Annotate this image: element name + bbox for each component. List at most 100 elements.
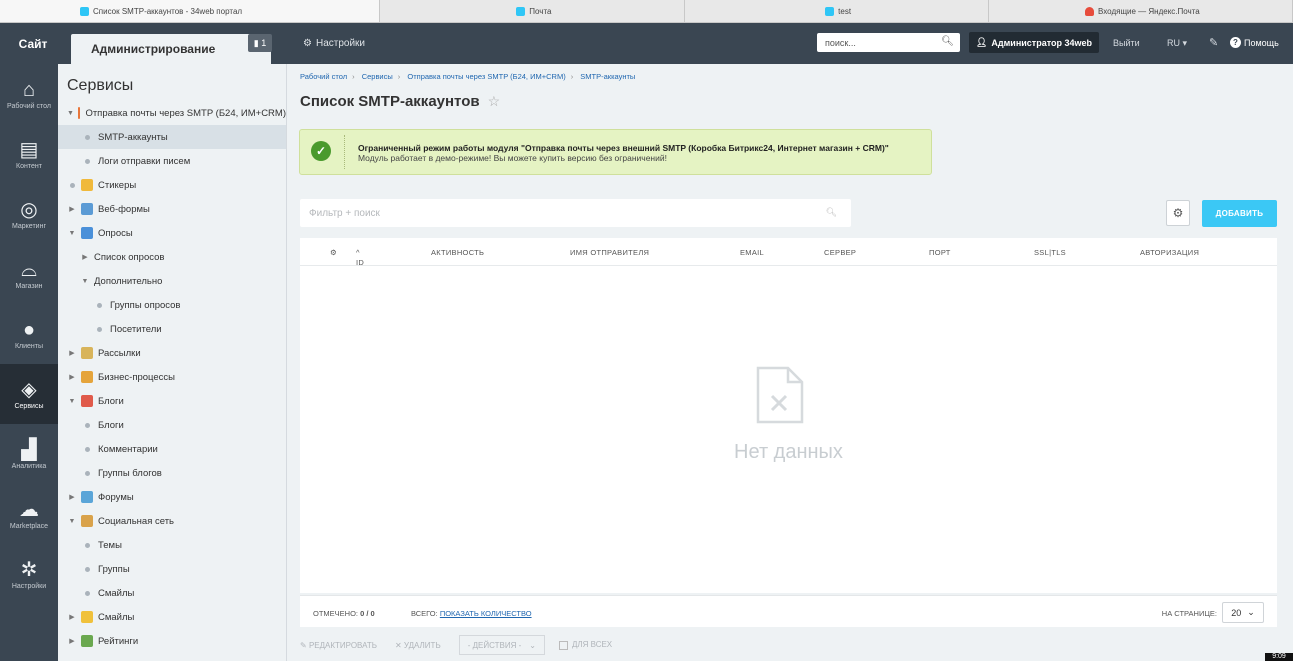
breadcrumb-item[interactable]: Рабочий стол (300, 72, 347, 81)
column-header-server[interactable]: СЕРВЕР (824, 248, 856, 257)
filter-search-input[interactable]: Фильтр + поиск 🔍︎ (300, 199, 851, 227)
home-icon: ⌂ (22, 78, 36, 101)
sidebar-item-label: Темы (98, 539, 122, 551)
sidebar-item[interactable]: ▼ Опросы (58, 221, 286, 245)
delete-button[interactable]: ✕ УДАЛИТЬ (395, 641, 441, 650)
sidebar-item[interactable]: Блоги (58, 413, 286, 437)
column-header-id[interactable]: ID ^ (356, 248, 364, 267)
column-settings-icon[interactable]: ⚙ (330, 248, 337, 257)
sidebar-item-label: Отправка почты через SMTP (Б24, ИМ+CRM) (85, 107, 286, 119)
gear-icon: ✲ (20, 558, 38, 581)
sidebar-item[interactable]: Группы опросов (58, 293, 286, 317)
sidebar-item[interactable]: ▶ Рейтинги (58, 629, 286, 653)
help-link[interactable]: ? Помощь (1230, 37, 1279, 48)
pie-icon (81, 227, 93, 239)
chevron-down-icon[interactable]: ▼ (80, 278, 90, 285)
chevron-down-icon[interactable]: ▼ (67, 230, 77, 237)
grid-settings-button[interactable]: ⚙ (1166, 200, 1190, 226)
add-button[interactable]: ДОБАВИТЬ (1202, 200, 1277, 227)
column-header-auth[interactable]: АВТОРИЗАЦИЯ (1140, 248, 1199, 257)
sidebar-item[interactable]: ▼ Блоги (58, 389, 286, 413)
sidebar-item[interactable]: ▶ Бизнес-процессы (58, 365, 286, 389)
search-input[interactable]: поиск... 🔍︎ (817, 33, 960, 52)
browser-tab[interactable]: Почта (380, 0, 685, 22)
sidebar-item[interactable]: Стикеры (58, 173, 286, 197)
nav-marketing[interactable]: ◎ Маркетинг (0, 184, 58, 244)
sidebar-item[interactable]: ▶ Веб-формы (58, 197, 286, 221)
browser-tab[interactable]: test (685, 0, 989, 22)
chevron-right-icon[interactable]: ▶ (67, 613, 77, 621)
bitrix-icon (825, 6, 835, 16)
chevron-down-icon[interactable]: ▼ (67, 518, 77, 525)
process-icon (81, 371, 93, 383)
chevron-right-icon[interactable]: ▶ (67, 373, 77, 381)
pin-icon[interactable]: ✎ (1209, 36, 1218, 49)
sidebar-item[interactable]: Логи отправки писем (58, 149, 286, 173)
chevron-down-icon[interactable]: ▼ (67, 110, 74, 117)
browser-tab[interactable]: Список SMTP-аккаунтов - 34web портал (0, 0, 381, 22)
sidebar-item-label: Блоги (98, 419, 124, 431)
browser-tab-bar: Список SMTP-аккаунтов - 34web портал Поч… (0, 0, 1293, 23)
chevron-right-icon[interactable]: ▶ (80, 253, 90, 261)
admin-button[interactable]: Администрирование (71, 33, 271, 64)
sidebar-item[interactable]: Смайлы (58, 581, 286, 605)
user-button[interactable]: 👤︎ Администратор 34web (969, 32, 1099, 53)
for-all-checkbox[interactable]: ДЛЯ ВСЕХ (558, 640, 612, 650)
chevron-down-icon[interactable]: ▼ (67, 398, 77, 405)
nav-analytics[interactable]: ▟ Аналитика (0, 424, 58, 484)
nav-services[interactable]: ◈ Сервисы (0, 364, 58, 424)
edit-button[interactable]: ✎ РЕДАКТИРОВАТЬ (300, 641, 377, 650)
group-actions-bar: ✎ РЕДАКТИРОВАТЬ ✕ УДАЛИТЬ - ДЕЙСТВИЯ - ⌄ … (300, 634, 630, 656)
column-header-email[interactable]: EMAIL (740, 248, 764, 257)
logout-link[interactable]: Выйти (1113, 38, 1140, 48)
admin-top-bar: Сайт Администрирование ▮ 1 ⚙ Настройки по… (0, 23, 1293, 64)
sidebar-item[interactable]: ▼ Дополнительно (58, 269, 286, 293)
column-header-active[interactable]: АКТИВНОСТЬ (431, 248, 484, 257)
star-icon[interactable]: ☆ (488, 93, 501, 110)
sidebar-item-label: Дополнительно (94, 275, 163, 287)
breadcrumb-item[interactable]: Сервисы (362, 72, 393, 81)
search-icon[interactable]: 🔍︎ (826, 207, 837, 218)
column-header-port[interactable]: ПОРТ (929, 248, 951, 257)
nav-content[interactable]: ▤ Контент (0, 124, 58, 184)
checkbox[interactable] (558, 640, 568, 650)
chevron-right-icon[interactable]: ▶ (67, 637, 77, 645)
chevron-right-icon[interactable]: ▶ (67, 493, 77, 501)
sidebar-item[interactable]: Комментарии (58, 437, 286, 461)
per-page-select[interactable]: 20 ⌄ (1222, 602, 1264, 623)
sidebar-item[interactable]: Группы (58, 557, 286, 581)
actions-dropdown[interactable]: - ДЕЙСТВИЯ - ⌄ (458, 635, 545, 655)
nav-marketplace[interactable]: ☁ Marketplace (0, 484, 58, 544)
flag-icon: ▮ (253, 37, 259, 48)
sidebar-item[interactable]: ▶ Рассылки (58, 341, 286, 365)
settings-link[interactable]: ⚙ Настройки (303, 38, 365, 49)
sidebar-item[interactable]: SMTP-аккаунты (58, 125, 286, 149)
sidebar-item[interactable]: ▶ Форумы (58, 485, 286, 509)
notification-badge[interactable]: ▮ 1 (248, 34, 272, 52)
search-icon[interactable]: 🔍︎ (941, 36, 954, 47)
browser-tab[interactable]: Входящие — Яндекс.Почта (989, 0, 1293, 22)
sidebar-item[interactable]: ▶ Смайлы (58, 605, 286, 629)
sidebar-item[interactable]: Темы (58, 533, 286, 557)
sidebar-item[interactable]: Посетители (58, 317, 286, 341)
bullet-icon (85, 470, 90, 476)
breadcrumb-item[interactable]: SMTP-аккаунты (580, 72, 635, 81)
language-selector[interactable]: RU ▾ (1167, 38, 1187, 49)
nav-desktop[interactable]: ⌂ Рабочий стол (0, 64, 58, 124)
sidebar-item[interactable]: ▶ Список опросов (58, 245, 286, 269)
site-button[interactable]: Сайт (0, 23, 66, 64)
column-header-sender[interactable]: ИМЯ ОТПРАВИТЕЛЯ (570, 248, 649, 257)
sidebar-item[interactable]: Группы блогов (58, 461, 286, 485)
show-count-link[interactable]: ПОКАЗАТЬ КОЛИЧЕСТВО (440, 609, 532, 618)
sidebar-title: Сервисы (67, 77, 134, 94)
pencil-icon: ✎ (300, 640, 307, 650)
sidebar-item[interactable]: ▼ Отправка почты через SMTP (Б24, ИМ+CRM) (58, 101, 286, 125)
nav-clients[interactable]: ● Клиенты (0, 304, 58, 364)
sidebar-item[interactable]: ▼ Социальная сеть (58, 509, 286, 533)
chevron-right-icon[interactable]: ▶ (67, 349, 77, 357)
column-header-ssl[interactable]: SSL|TLS (1034, 248, 1066, 257)
nav-settings[interactable]: ✲ Настройки (0, 544, 58, 604)
chevron-right-icon[interactable]: ▶ (67, 205, 77, 213)
nav-shop[interactable]: ⌓ Магазин (0, 244, 58, 304)
breadcrumb-item[interactable]: Отправка почты через SMTP (Б24, ИМ+CRM) (407, 72, 565, 81)
